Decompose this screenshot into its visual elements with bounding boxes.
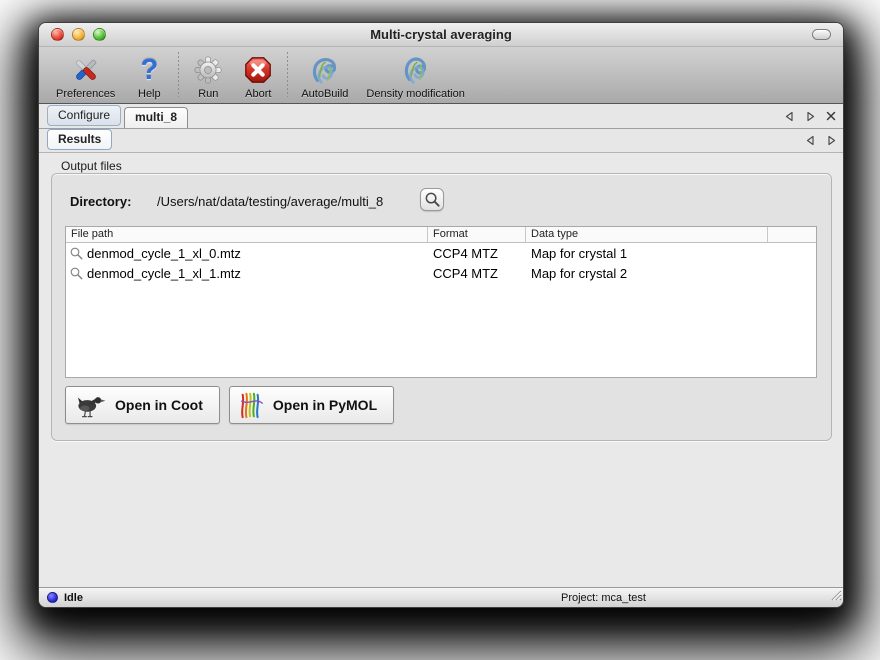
- output-files-groupbox: Directory: /Users/nat/data/testing/avera…: [51, 173, 832, 441]
- column-header-data-type[interactable]: Data type: [526, 227, 768, 242]
- abort-button[interactable]: Abort: [233, 51, 283, 100]
- status-bar: Idle Project: mca_test: [39, 587, 843, 607]
- open-in-coot-button[interactable]: Open in Coot: [65, 386, 220, 424]
- data-type-cell: Map for crystal 1: [526, 246, 768, 261]
- results-tab-bar: Results: [39, 129, 843, 153]
- data-type-cell: Map for crystal 2: [526, 266, 768, 281]
- density-modification-icon: [400, 53, 432, 87]
- preferences-icon: [70, 53, 102, 87]
- preferences-button[interactable]: Preferences: [47, 51, 124, 100]
- open-in-pymol-button[interactable]: Open in PyMOL: [229, 386, 394, 424]
- toolbar-label: Abort: [245, 88, 271, 100]
- column-header-file-path[interactable]: File path: [66, 227, 428, 242]
- document-tab-bar: Configure multi_8: [39, 104, 843, 129]
- autobuild-icon: [309, 53, 341, 87]
- results-nav-controls: [804, 129, 837, 152]
- magnifier-icon[interactable]: [70, 247, 83, 260]
- title-bar[interactable]: Multi-crystal averaging: [39, 23, 843, 47]
- tab-nav-controls: [783, 104, 837, 128]
- directory-label: Directory:: [70, 194, 157, 209]
- magnifier-icon: [424, 191, 441, 208]
- toolbar-label: Help: [138, 88, 161, 100]
- directory-row: Directory: /Users/nat/data/testing/avera…: [70, 194, 383, 209]
- toolbar-toggle-button[interactable]: [812, 29, 831, 40]
- status-text: Idle: [64, 592, 83, 604]
- run-button[interactable]: Run: [183, 51, 233, 100]
- results-scroll-left-button[interactable]: [804, 135, 816, 147]
- column-header-format[interactable]: Format: [428, 227, 526, 242]
- button-label: Open in Coot: [115, 397, 203, 413]
- table-row[interactable]: denmod_cycle_1_xl_0.mtz CCP4 MTZ Map for…: [66, 243, 816, 263]
- status-indicator-icon: [47, 592, 58, 603]
- tab-scroll-right-button[interactable]: [804, 110, 816, 122]
- format-cell: CCP4 MTZ: [428, 246, 526, 261]
- directory-value: /Users/nat/data/testing/average/multi_8: [157, 194, 383, 209]
- pymol-ribbon-icon: [238, 391, 266, 419]
- window-title: Multi-crystal averaging: [39, 27, 843, 42]
- magnifier-icon[interactable]: [70, 267, 83, 280]
- browse-directory-button[interactable]: [420, 188, 444, 211]
- toolbar-label: Density modification: [366, 88, 464, 100]
- tab-multi-8[interactable]: multi_8: [124, 107, 188, 128]
- toolbar-label: Preferences: [56, 88, 115, 100]
- resize-grip[interactable]: [828, 587, 842, 606]
- density-modification-button[interactable]: Density modification: [357, 51, 473, 100]
- abort-icon: [242, 53, 274, 87]
- results-scroll-right-button[interactable]: [825, 135, 837, 147]
- table-row[interactable]: denmod_cycle_1_xl_1.mtz CCP4 MTZ Map for…: [66, 263, 816, 283]
- tab-scroll-left-button[interactable]: [783, 110, 795, 122]
- results-panel: Output files Directory: /Users/nat/data/…: [39, 153, 843, 587]
- button-label: Open in PyMOL: [273, 397, 377, 413]
- toolbar-separator: [178, 52, 179, 97]
- tab-close-button[interactable]: [825, 110, 837, 122]
- open-buttons-row: Open in Coot Open in PyMOL: [65, 386, 394, 424]
- app-window: Multi-crystal averaging Preferences: [38, 22, 844, 608]
- autobuild-button[interactable]: AutoBuild: [292, 51, 357, 100]
- toolbar-separator: [287, 52, 288, 97]
- help-icon: ?: [133, 53, 165, 87]
- output-files-table: File path Format Data type denmod_cycle_…: [65, 226, 817, 378]
- coot-bird-icon: [74, 391, 108, 419]
- toolbar-label: Run: [198, 88, 218, 100]
- tab-configure[interactable]: Configure: [47, 105, 121, 126]
- format-cell: CCP4 MTZ: [428, 266, 526, 281]
- run-icon: [192, 53, 224, 87]
- tab-results[interactable]: Results: [47, 129, 112, 150]
- project-label: Project: mca_test: [561, 592, 646, 604]
- file-path-cell: denmod_cycle_1_xl_1.mtz: [87, 266, 241, 281]
- help-button[interactable]: ? Help: [124, 51, 174, 100]
- toolbar-label: AutoBuild: [301, 88, 348, 100]
- main-toolbar: Preferences ? Help Run: [39, 47, 843, 104]
- table-header[interactable]: File path Format Data type: [66, 227, 816, 243]
- file-path-cell: denmod_cycle_1_xl_0.mtz: [87, 246, 241, 261]
- column-header-blank: [768, 227, 816, 242]
- output-files-section-label: Output files: [61, 159, 122, 173]
